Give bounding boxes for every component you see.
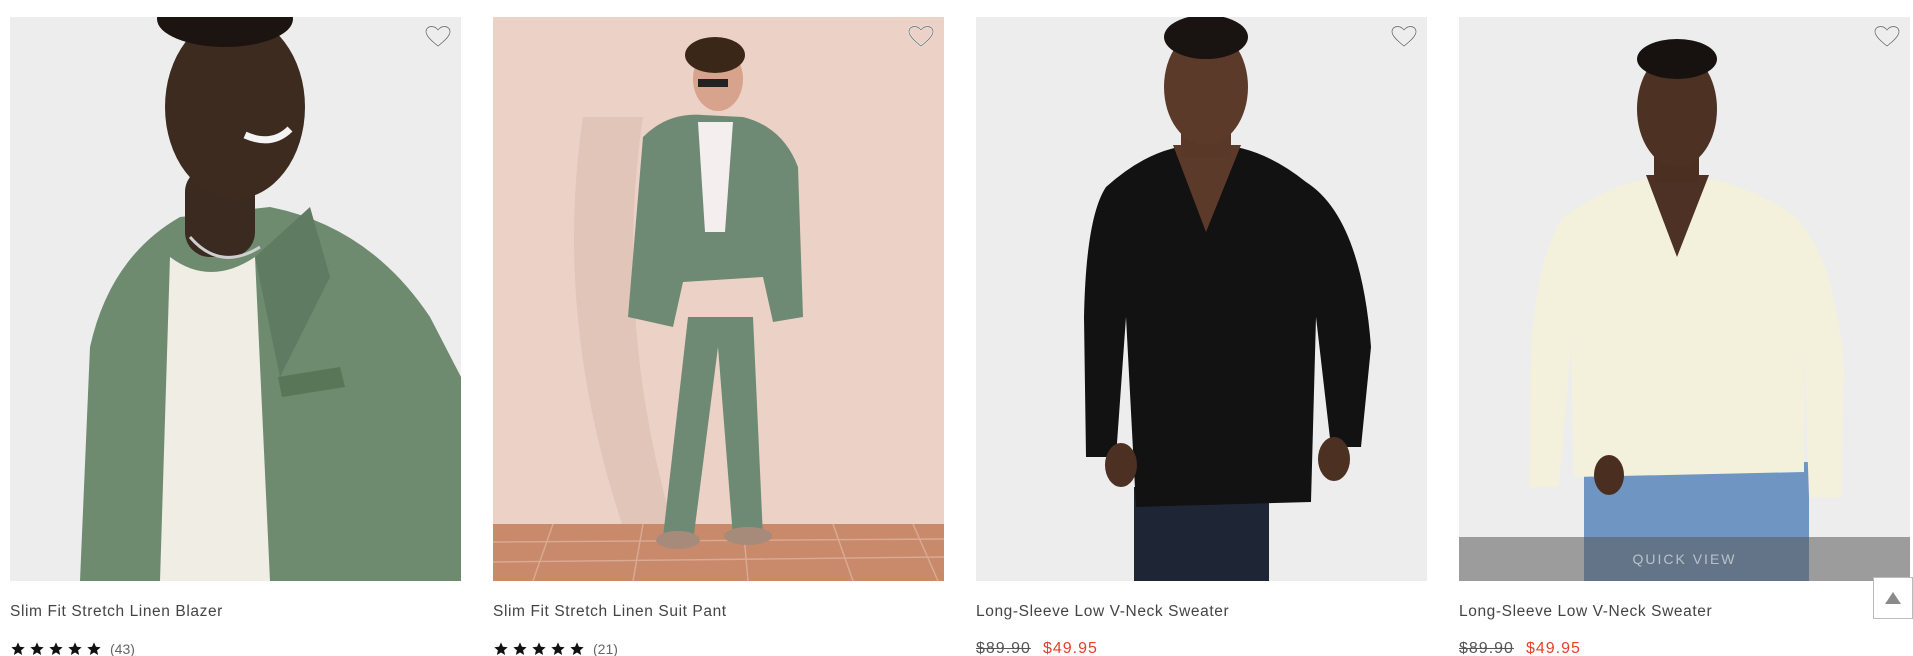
quick-view-button[interactable]: QUICK VIEW bbox=[1459, 537, 1910, 581]
review-count[interactable]: (21) bbox=[593, 641, 618, 656]
scroll-to-top-button[interactable] bbox=[1873, 577, 1913, 619]
product-photo bbox=[493, 17, 944, 581]
product-card[interactable]: Long-Sleeve Low V-Neck Sweater $89.90 $4… bbox=[976, 17, 1427, 656]
star-icon bbox=[49, 642, 63, 655]
product-card[interactable]: Slim Fit Stretch Linen Blazer (43) bbox=[10, 17, 461, 656]
favorite-button[interactable] bbox=[1874, 25, 1900, 49]
favorite-button[interactable] bbox=[1391, 25, 1417, 49]
product-name[interactable]: Slim Fit Stretch Linen Blazer bbox=[10, 603, 461, 621]
star-icon bbox=[11, 642, 25, 655]
product-image[interactable] bbox=[493, 17, 944, 581]
review-count[interactable]: (43) bbox=[110, 641, 135, 656]
product-rating: (21) bbox=[493, 639, 944, 656]
sale-price: $49.95 bbox=[1525, 640, 1581, 656]
original-price: $89.90 bbox=[976, 640, 1031, 656]
star-icon bbox=[494, 642, 508, 655]
product-photo bbox=[976, 17, 1427, 581]
favorite-button[interactable] bbox=[425, 25, 451, 49]
product-name[interactable]: Slim Fit Stretch Linen Suit Pant bbox=[493, 603, 944, 621]
product-name[interactable]: Long-Sleeve Low V-Neck Sweater bbox=[1459, 603, 1910, 621]
product-name[interactable]: Long-Sleeve Low V-Neck Sweater bbox=[976, 603, 1427, 621]
sale-price: $49.95 bbox=[1042, 640, 1098, 656]
product-photo bbox=[10, 17, 461, 581]
product-card[interactable]: Slim Fit Stretch Linen Suit Pant (21) bbox=[493, 17, 944, 656]
product-photo bbox=[1459, 17, 1910, 581]
favorite-button[interactable] bbox=[908, 25, 934, 49]
product-grid: Slim Fit Stretch Linen Blazer (43) Slim … bbox=[10, 17, 1910, 656]
original-price: $89.90 bbox=[1459, 640, 1514, 656]
star-icon bbox=[513, 642, 527, 655]
star-icon bbox=[68, 642, 82, 655]
heart-outline-icon bbox=[1874, 25, 1900, 48]
product-rating: (43) bbox=[10, 639, 461, 656]
product-image[interactable]: QUICK VIEW bbox=[1459, 17, 1910, 581]
heart-outline-icon bbox=[1391, 25, 1417, 48]
star-icon bbox=[551, 642, 565, 655]
arrow-up-icon bbox=[1885, 592, 1901, 604]
rating-stars bbox=[493, 641, 585, 656]
heart-outline-icon bbox=[908, 25, 934, 48]
product-card[interactable]: QUICK VIEW Long-Sleeve Low V-Neck Sweate… bbox=[1459, 17, 1910, 656]
star-icon bbox=[87, 642, 101, 655]
heart-outline-icon bbox=[425, 25, 451, 48]
star-icon bbox=[532, 642, 546, 655]
product-price: $89.90 $49.95 bbox=[976, 639, 1427, 656]
star-icon bbox=[30, 642, 44, 655]
product-image[interactable] bbox=[10, 17, 461, 581]
rating-stars bbox=[10, 641, 102, 656]
product-image[interactable] bbox=[976, 17, 1427, 581]
star-icon bbox=[570, 642, 584, 655]
product-price: $89.90 $49.95 bbox=[1459, 639, 1910, 656]
